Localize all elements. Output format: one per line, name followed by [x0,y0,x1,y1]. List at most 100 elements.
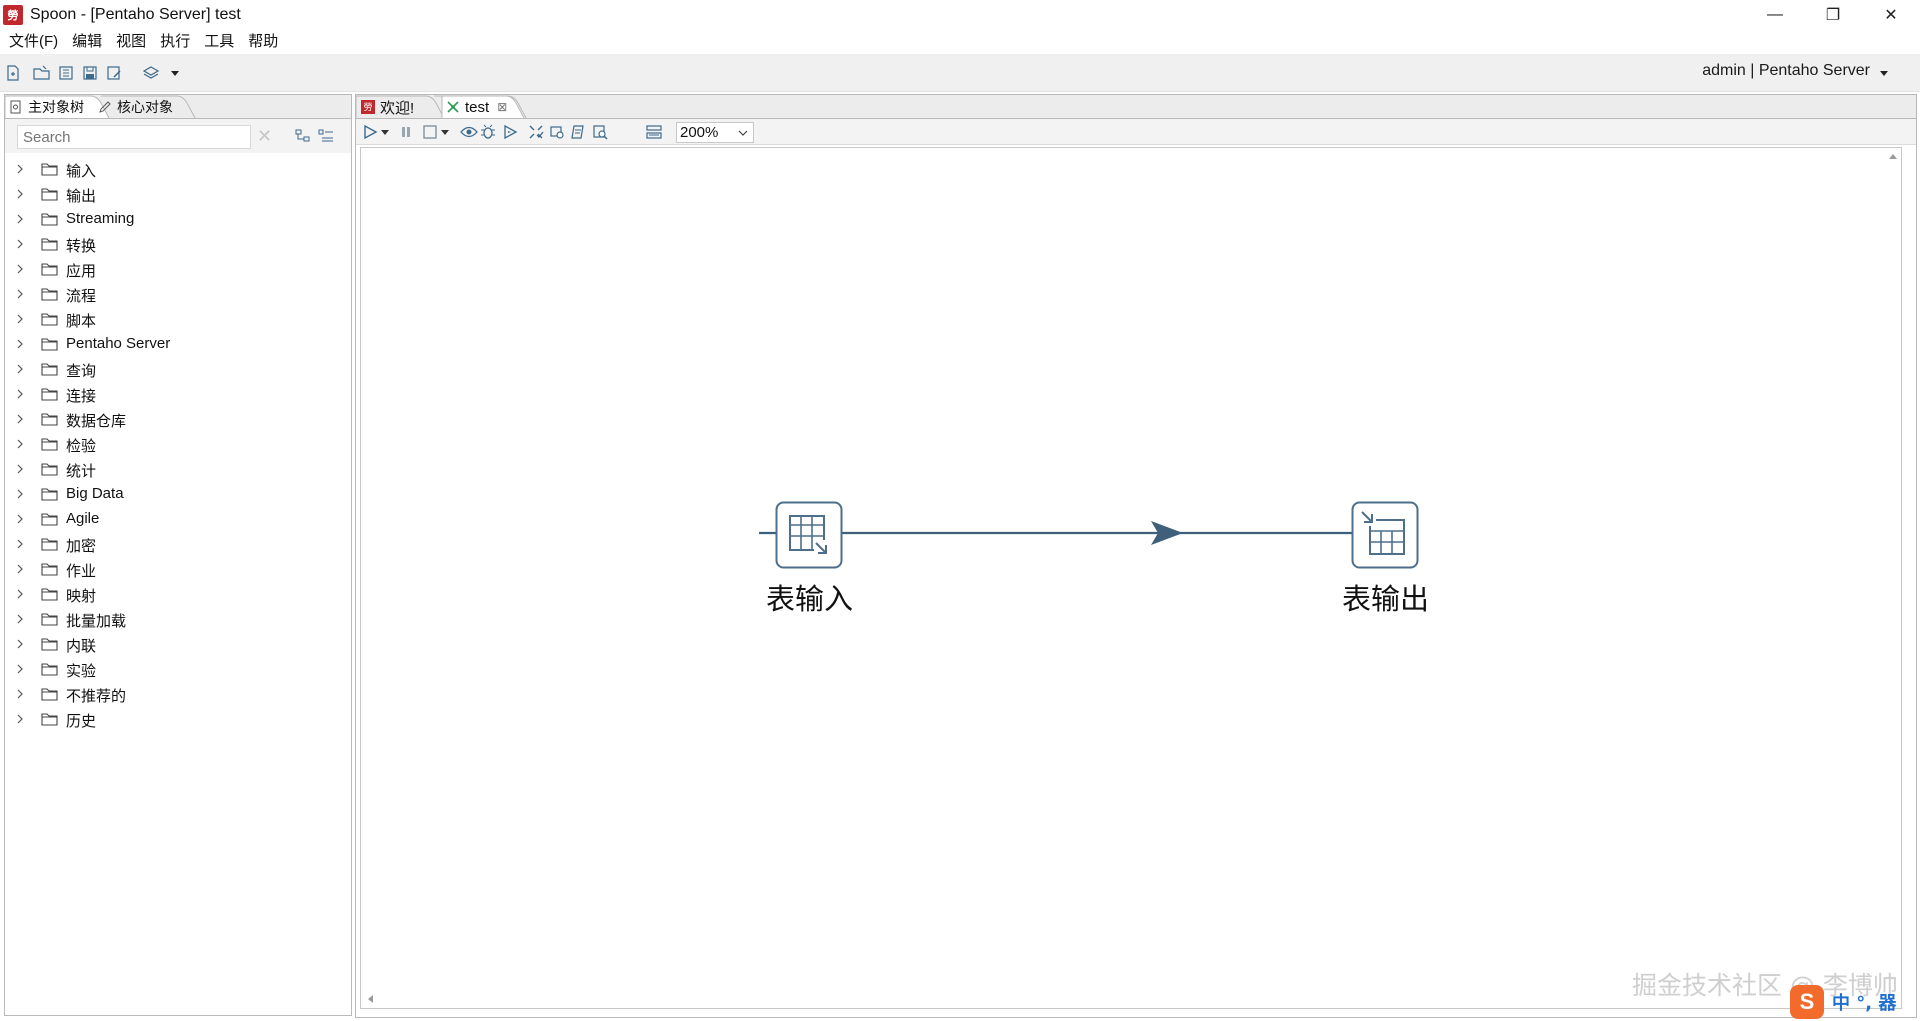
chevron-right-icon[interactable] [15,189,25,199]
tree-item-label: 实验 [66,663,97,680]
save-as-icon[interactable] [105,64,123,82]
chevron-right-icon[interactable] [15,514,25,524]
chevron-right-icon[interactable] [15,339,25,349]
chevron-right-icon[interactable] [15,414,25,424]
restore-button[interactable]: ❐ [1804,0,1862,30]
chevron-right-icon[interactable] [15,614,25,624]
tree-item[interactable]: 历史 [5,707,351,732]
chevron-right-icon[interactable] [15,439,25,449]
pause-icon[interactable] [398,124,414,140]
verify-icon[interactable] [528,124,544,140]
chevron-right-icon[interactable] [15,689,25,699]
canvas-toolbar: 200% [356,119,1916,145]
tree-item[interactable]: Agile [5,507,351,532]
tree-item[interactable]: 内联 [5,632,351,657]
document-icon [10,100,21,114]
scroll-up-icon[interactable] [1887,150,1901,164]
chevron-right-icon[interactable] [15,239,25,249]
tab-core-objects[interactable]: 核心对象 [98,95,173,119]
new-file-icon[interactable] [4,64,22,82]
show-results-icon[interactable] [646,124,662,140]
impact-icon[interactable] [549,124,565,140]
chevron-right-icon[interactable] [15,214,25,224]
step-table-input[interactable] [775,501,843,569]
tree-item[interactable]: Pentaho Server [5,332,351,357]
tree-item[interactable]: 实验 [5,657,351,682]
menu-file[interactable]: 文件(F) [2,30,65,54]
tree-item[interactable]: 加密 [5,532,351,557]
menu-run[interactable]: 执行 [153,30,197,54]
clear-search-icon[interactable]: ✕ [257,127,272,145]
expand-all-icon[interactable] [295,129,311,147]
preview-icon[interactable] [460,124,478,140]
chevron-down-icon[interactable] [166,64,184,82]
menu-view[interactable]: 视图 [109,30,153,54]
tab-welcome[interactable]: 勞 欢迎! [361,95,414,119]
zoom-select[interactable]: 200% [676,122,754,143]
search-row: ✕ [5,119,351,153]
chevron-right-icon[interactable] [15,389,25,399]
chevron-right-icon[interactable] [15,714,25,724]
run-options-chevron-icon[interactable] [379,124,395,140]
step-table-output[interactable] [1351,501,1419,569]
chevron-right-icon[interactable] [15,489,25,499]
open-icon[interactable] [33,64,51,82]
tree-item[interactable]: 脚本 [5,307,351,332]
explore-repository-icon[interactable] [57,64,75,82]
perspective-icon[interactable] [142,64,160,82]
tree-item[interactable]: 统计 [5,457,351,482]
tree-item[interactable]: 数据仓库 [5,407,351,432]
minimize-button[interactable]: — [1746,0,1804,30]
tree-item[interactable]: 作业 [5,557,351,582]
run-icon[interactable] [362,124,378,140]
tree-item[interactable]: 连接 [5,382,351,407]
tree-item[interactable]: 流程 [5,282,351,307]
scroll-left-icon[interactable] [365,992,379,1006]
menu-help[interactable]: 帮助 [241,30,285,54]
ime-indicator[interactable]: S 中 °, 器 [1790,985,1896,1019]
save-icon[interactable] [81,64,99,82]
menu-tools[interactable]: 工具 [197,30,241,54]
collapse-all-icon[interactable] [318,129,334,147]
search-input[interactable] [17,125,251,149]
user-menu-chevron-icon[interactable] [1878,66,1892,80]
chevron-right-icon[interactable] [15,314,25,324]
chevron-right-icon[interactable] [15,589,25,599]
chevron-right-icon[interactable] [15,539,25,549]
tab-test[interactable]: test ⊠ [446,95,507,119]
chevron-right-icon[interactable] [15,264,25,274]
tab-close-icon[interactable]: ⊠ [497,100,507,114]
tree-item[interactable]: 查询 [5,357,351,382]
transformation-icon [447,101,459,113]
sql-icon[interactable] [570,124,586,140]
tree-item[interactable]: 映射 [5,582,351,607]
folder-icon [41,363,58,376]
chevron-right-icon[interactable] [15,464,25,474]
explore-db-icon[interactable] [592,124,608,140]
tree-item[interactable]: 应用 [5,257,351,282]
replay-icon[interactable] [502,124,518,140]
chevron-right-icon[interactable] [15,164,25,174]
close-button[interactable]: ✕ [1862,0,1920,30]
chevron-right-icon[interactable] [15,289,25,299]
menu-edit[interactable]: 编辑 [65,30,109,54]
tree-item[interactable]: 转换 [5,232,351,257]
chevron-right-icon[interactable] [15,364,25,374]
tree-item[interactable]: 批量加载 [5,607,351,632]
chevron-right-icon[interactable] [15,639,25,649]
debug-icon[interactable] [480,124,496,140]
chevron-right-icon[interactable] [15,564,25,574]
tab-main-tree[interactable]: 主对象树 [9,95,84,119]
tree-item[interactable]: Big Data [5,482,351,507]
stop-icon[interactable] [422,124,438,140]
tree-item[interactable]: 不推荐的 [5,682,351,707]
tree-item[interactable]: Streaming [5,207,351,232]
stop-options-chevron-icon[interactable] [439,124,455,140]
tree-item[interactable]: 检验 [5,432,351,457]
user-server-label[interactable]: admin | Pentaho Server [1702,62,1870,80]
tree-item[interactable]: 输出 [5,182,351,207]
tree-item[interactable]: 输入 [5,157,351,182]
chevron-right-icon[interactable] [15,664,25,674]
folder-icon [41,213,58,226]
transformation-canvas[interactable]: 表输入 表输出 [360,147,1902,1009]
